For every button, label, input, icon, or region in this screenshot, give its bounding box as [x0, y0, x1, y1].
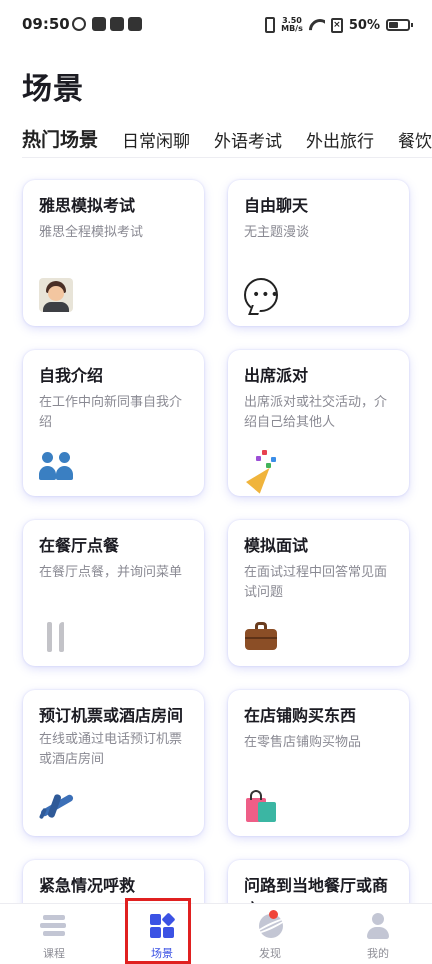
shopping-bags-icon — [244, 788, 278, 822]
battery-icon — [386, 19, 413, 31]
card-desc: 在面试过程中回答常见面试问题 — [244, 565, 388, 600]
card-title: 在餐厅点餐 — [39, 536, 120, 555]
people-icon — [39, 448, 73, 482]
card-desc: 在餐厅点餐，并询问菜单 — [39, 565, 183, 580]
card-title: 紧急情况呼救 — [39, 876, 136, 895]
scene-card-restaurant[interactable]: 在餐厅点餐 在餐厅点餐，并询问菜单 — [23, 520, 204, 666]
tiktok-icon — [110, 17, 124, 31]
teacher-icon — [39, 278, 73, 312]
network-speed: 3.50 MB/s — [281, 17, 303, 33]
card-title: 预订机票或酒店房间 — [39, 706, 184, 725]
sync-icon — [72, 17, 86, 31]
card-desc: 出席派对或社交活动，介绍自己给其他人 — [244, 395, 388, 430]
speech-bubble-icon: ••• — [244, 278, 279, 312]
scene-card-booking[interactable]: 预订机票或酒店房间 在线或通过电话预订机票或酒店房间 — [23, 690, 204, 836]
nav-mine-label: 我的 — [367, 947, 389, 960]
nav-course[interactable]: 课程 — [0, 904, 108, 964]
card-title: 在店铺购买东西 — [244, 706, 357, 725]
scene-card-free-chat[interactable]: 自由聊天 无主题漫谈 ••• — [228, 180, 409, 326]
notification-badge — [269, 910, 278, 919]
nav-mine[interactable]: 我的 — [324, 904, 432, 964]
tab-dining[interactable]: 餐饮 — [398, 124, 432, 157]
card-title: 出席派对 — [244, 366, 309, 385]
page-title: 场景 — [22, 72, 84, 107]
vibrate-icon — [265, 17, 276, 33]
profile-icon — [364, 913, 392, 939]
card-desc: 雅思全程模拟考试 — [39, 225, 144, 240]
scene-card-ielts[interactable]: 雅思模拟考试 雅思全程模拟考试 — [23, 180, 204, 326]
card-desc: 在工作中向新同事自我介绍 — [39, 395, 183, 430]
scene-card-shopping[interactable]: 在店铺购买东西 在零售店铺购买物品 — [228, 690, 409, 836]
briefcase-icon — [244, 618, 278, 652]
card-desc: 无主题漫谈 — [244, 225, 310, 240]
speed-unit: MB/s — [281, 24, 303, 33]
course-icon — [40, 913, 68, 939]
card-desc: 在零售店铺购买物品 — [244, 735, 362, 750]
battery-percent: 50% — [348, 17, 380, 33]
card-title: 自我介绍 — [39, 366, 104, 385]
fork-knife-icon — [39, 618, 73, 652]
status-time: 09:50 — [22, 15, 70, 33]
message-icon — [92, 17, 106, 31]
tab-travel[interactable]: 外出旅行 — [306, 124, 374, 157]
mail-icon — [128, 17, 142, 31]
highlight-box — [125, 898, 191, 964]
card-title: 自由聊天 — [244, 196, 309, 215]
airplane-icon — [38, 788, 75, 822]
wifi-icon — [309, 19, 325, 31]
tab-hot-scenes[interactable]: 热门场景 — [22, 124, 98, 157]
no-sim-icon: × — [330, 17, 343, 33]
nav-discover-label: 发现 — [259, 947, 281, 960]
card-title: 雅思模拟考试 — [39, 196, 136, 215]
scene-card-party[interactable]: 出席派对 出席派对或社交活动，介绍自己给其他人 — [228, 350, 409, 496]
bottom-nav: 课程 场景 发现 我的 — [0, 903, 432, 964]
category-tabs: 热门场景 日常闲聊 外语考试 外出旅行 餐饮 — [22, 124, 432, 158]
tab-language-exams[interactable]: 外语考试 — [214, 124, 282, 157]
nav-discover[interactable]: 发现 — [216, 904, 324, 964]
tab-daily-chat[interactable]: 日常闲聊 — [122, 124, 190, 157]
card-title: 模拟面试 — [244, 536, 309, 555]
status-bar: 09:50 3.50 MB/s × 50% — [0, 0, 432, 50]
nav-course-label: 课程 — [43, 947, 65, 960]
scene-card-interview[interactable]: 模拟面试 在面试过程中回答常见面试问题 — [228, 520, 409, 666]
card-desc: 在线或通过电话预订机票或酒店房间 — [39, 732, 183, 767]
scene-card-self-intro[interactable]: 自我介绍 在工作中向新同事自我介绍 — [23, 350, 204, 496]
party-popper-icon — [244, 448, 278, 494]
